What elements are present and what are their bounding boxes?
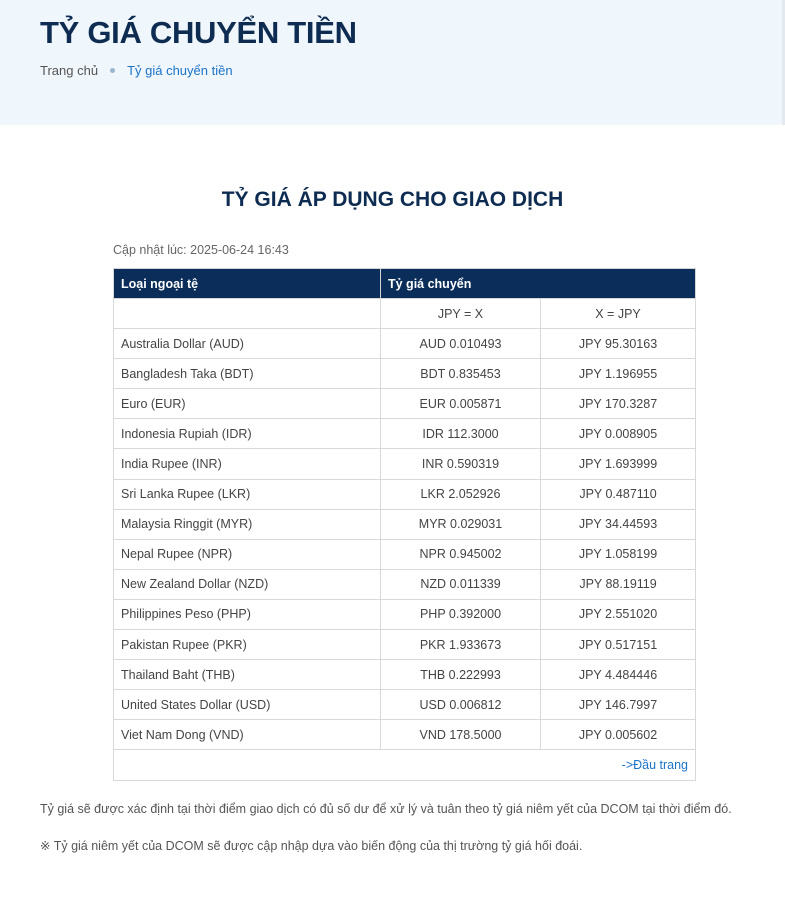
exchange-rate-table: Loại ngoại tệ Tỷ giá chuyển JPY = X X = …: [112, 268, 697, 781]
jpy-to-x-cell: PHP 0.392000: [380, 598, 541, 631]
x-to-jpy-cell: JPY 4.484446: [539, 659, 697, 691]
jpy-to-x-cell: NPR 0.945002: [380, 538, 541, 570]
section-title: TỶ GIÁ ÁP DỤNG CHO GIAO DỊCH: [221, 188, 564, 211]
page-title: TỶ GIÁ CHUYỂN TIỀN: [40, 15, 357, 50]
breadcrumb: Trang chủ Tỷ giá chuyển tiền: [40, 63, 233, 78]
x-to-jpy-cell: JPY 88.19119: [539, 568, 697, 600]
subheader-jpy-to-x: JPY = X: [380, 297, 541, 330]
x-to-jpy-cell: JPY 0.005602: [539, 719, 697, 751]
x-to-jpy-cell: JPY 170.3287: [539, 388, 697, 420]
table-header-row: Loại ngoại tệ Tỷ giá chuyển: [113, 268, 697, 299]
jpy-to-x-cell: IDR 112.3000: [380, 418, 541, 450]
table-row: Pakistan Rupee (PKR) PKR 1.933673 JPY 0.51…: [113, 629, 697, 661]
x-to-jpy-cell: JPY 0.008905: [539, 418, 697, 450]
table-row: United States Dollar (USD) USD 0.006812 JP…: [113, 689, 697, 721]
currency-name-cell: Pakistan Rupee (PKR): [113, 629, 381, 661]
table-row: Sri Lanka Rupee (LKR) LKR 2.052926 JPY 0.4…: [113, 478, 697, 510]
table-row: Bangladesh Taka (BDT) BDT 0.835453 JPY 1.1…: [113, 358, 697, 390]
currency-name-cell: United States Dollar (USD): [113, 689, 381, 721]
table-footer-row: ->Đầu trang: [112, 749, 697, 781]
x-to-jpy-cell: JPY 95.30163: [539, 328, 697, 360]
note-rate-determination: Tỷ giá sẽ được xác định tại thời điểm gi…: [40, 802, 732, 816]
table-row: Indonesia Rupiah (IDR) IDR 112.3000 JPY 0.…: [113, 418, 697, 450]
currency-name-cell: Malaysia Ringgit (MYR): [113, 508, 381, 540]
jpy-to-x-cell: BDT 0.835453: [380, 358, 541, 390]
note-rate-update: ※ Tỷ giá niêm yết của DCOM sẽ được cập n…: [40, 839, 583, 853]
currency-name-cell: India Rupee (INR): [113, 448, 381, 480]
table-row: Malaysia Ringgit (MYR) MYR 0.029031 JPY 34…: [113, 508, 697, 540]
x-to-jpy-cell: JPY 1.693999: [539, 448, 697, 480]
x-to-jpy-cell: JPY 0.487110: [539, 478, 697, 510]
subheader-empty: [113, 297, 381, 330]
currency-name-cell: Thailand Baht (THB): [113, 659, 381, 691]
table-row: New Zealand Dollar (NZD) NZD 0.011339 JPY …: [113, 568, 697, 600]
x-to-jpy-cell: JPY 0.517151: [539, 629, 697, 661]
header-currency: Loại ngoại tệ: [113, 268, 381, 299]
x-to-jpy-cell: JPY 2.551020: [539, 598, 697, 631]
currency-name-cell: Nepal Rupee (NPR): [113, 538, 381, 570]
jpy-to-x-cell: MYR 0.029031: [380, 508, 541, 540]
jpy-to-x-cell: VND 178.5000: [380, 719, 541, 751]
currency-name-cell: Philippines Peso (PHP): [113, 598, 381, 631]
x-to-jpy-cell: JPY 1.196955: [539, 358, 697, 390]
table-subheader-row: JPY = X X = JPY: [113, 297, 697, 330]
x-to-jpy-cell: JPY 146.7997: [539, 689, 697, 721]
breadcrumb-separator-dot: [110, 68, 116, 73]
table-row: Euro (EUR) EUR 0.005871 JPY 170.3287: [113, 388, 697, 420]
currency-name-cell: Viet Nam Dong (VND): [113, 719, 381, 751]
jpy-to-x-cell: LKR 2.052926: [380, 478, 541, 510]
table-row: Philippines Peso (PHP) PHP 0.392000 JPY 2.…: [113, 598, 697, 631]
table-row: Thailand Baht (THB) THB 0.222993 JPY 4.484…: [113, 659, 697, 691]
subheader-x-to-jpy: X = JPY: [539, 297, 697, 330]
table-row: Viet Nam Dong (VND) VND 178.5000 JPY 0.005…: [113, 719, 697, 751]
jpy-to-x-cell: INR 0.590319: [380, 448, 541, 480]
table-row: India Rupee (INR) INR 0.590319 JPY 1.69399…: [113, 448, 697, 480]
back-to-top-link[interactable]: ->Đầu trang: [622, 758, 688, 772]
jpy-to-x-cell: PKR 1.933673: [380, 629, 541, 661]
currency-name-cell: New Zealand Dollar (NZD): [113, 568, 381, 600]
breadcrumb-home-link[interactable]: Trang chủ: [40, 63, 98, 78]
currency-name-cell: Euro (EUR): [113, 388, 381, 420]
currency-name-cell: Bangladesh Taka (BDT): [113, 358, 381, 390]
x-to-jpy-cell: JPY 1.058199: [539, 538, 697, 570]
jpy-to-x-cell: AUD 0.010493: [380, 328, 541, 360]
table-row: Nepal Rupee (NPR) NPR 0.945002 JPY 1.05819…: [113, 538, 697, 570]
jpy-to-x-cell: THB 0.222993: [380, 659, 541, 691]
currency-name-cell: Australia Dollar (AUD): [113, 328, 381, 360]
updated-timestamp: Cập nhật lúc: 2025-06-24 16:43: [113, 243, 289, 257]
breadcrumb-current: Tỷ giá chuyển tiền: [127, 63, 233, 78]
jpy-to-x-cell: NZD 0.011339: [380, 568, 541, 600]
table-row: Australia Dollar (AUD) AUD 0.010493 JPY 95…: [113, 328, 697, 360]
jpy-to-x-cell: EUR 0.005871: [380, 388, 541, 420]
header-rate: Tỷ giá chuyển: [379, 268, 697, 299]
jpy-to-x-cell: USD 0.006812: [380, 689, 541, 721]
currency-name-cell: Sri Lanka Rupee (LKR): [113, 478, 381, 510]
x-to-jpy-cell: JPY 34.44593: [539, 508, 697, 540]
currency-name-cell: Indonesia Rupiah (IDR): [113, 418, 381, 450]
